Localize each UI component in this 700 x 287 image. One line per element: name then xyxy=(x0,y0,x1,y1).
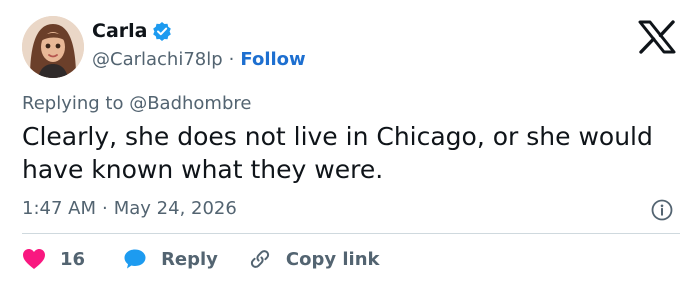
like-count: 16 xyxy=(60,248,86,270)
speech-bubble-icon xyxy=(123,248,147,270)
verified-badge-icon xyxy=(152,21,172,41)
tweet-meta: 1:47 AM · May 24, 2026 xyxy=(22,198,237,219)
author-name[interactable]: Carla xyxy=(92,20,147,42)
info-icon[interactable] xyxy=(651,199,673,221)
tweet-text: Clearly, she does not live in Chicago, o… xyxy=(22,122,653,184)
author-name-row: Carla xyxy=(92,20,172,42)
separator-dot: · xyxy=(228,49,235,70)
follow-button[interactable]: Follow xyxy=(240,49,305,70)
avatar-image xyxy=(22,16,84,78)
heart-icon xyxy=(22,248,46,270)
divider xyxy=(22,233,680,234)
reply-button[interactable]: Reply xyxy=(123,248,218,270)
copy-link-button[interactable]: Copy link xyxy=(248,247,380,271)
x-logo-icon[interactable] xyxy=(636,20,678,54)
reply-label: Reply xyxy=(161,248,218,270)
copy-link-label: Copy link xyxy=(285,248,380,270)
separator-dot: · xyxy=(102,198,108,219)
like-button[interactable]: 16 xyxy=(22,248,85,270)
author-handle[interactable]: @Carlachi78lp xyxy=(92,49,223,70)
reply-context: Replying to @Badhombre xyxy=(22,93,252,114)
tweet-time[interactable]: 1:47 AM xyxy=(22,198,96,219)
author-handle-row: @Carlachi78lp · Follow xyxy=(92,49,306,70)
action-bar: 16 Reply Copy link xyxy=(22,247,380,271)
tweet-date[interactable]: May 24, 2026 xyxy=(114,198,237,219)
link-icon xyxy=(248,247,272,271)
avatar[interactable] xyxy=(22,16,84,78)
